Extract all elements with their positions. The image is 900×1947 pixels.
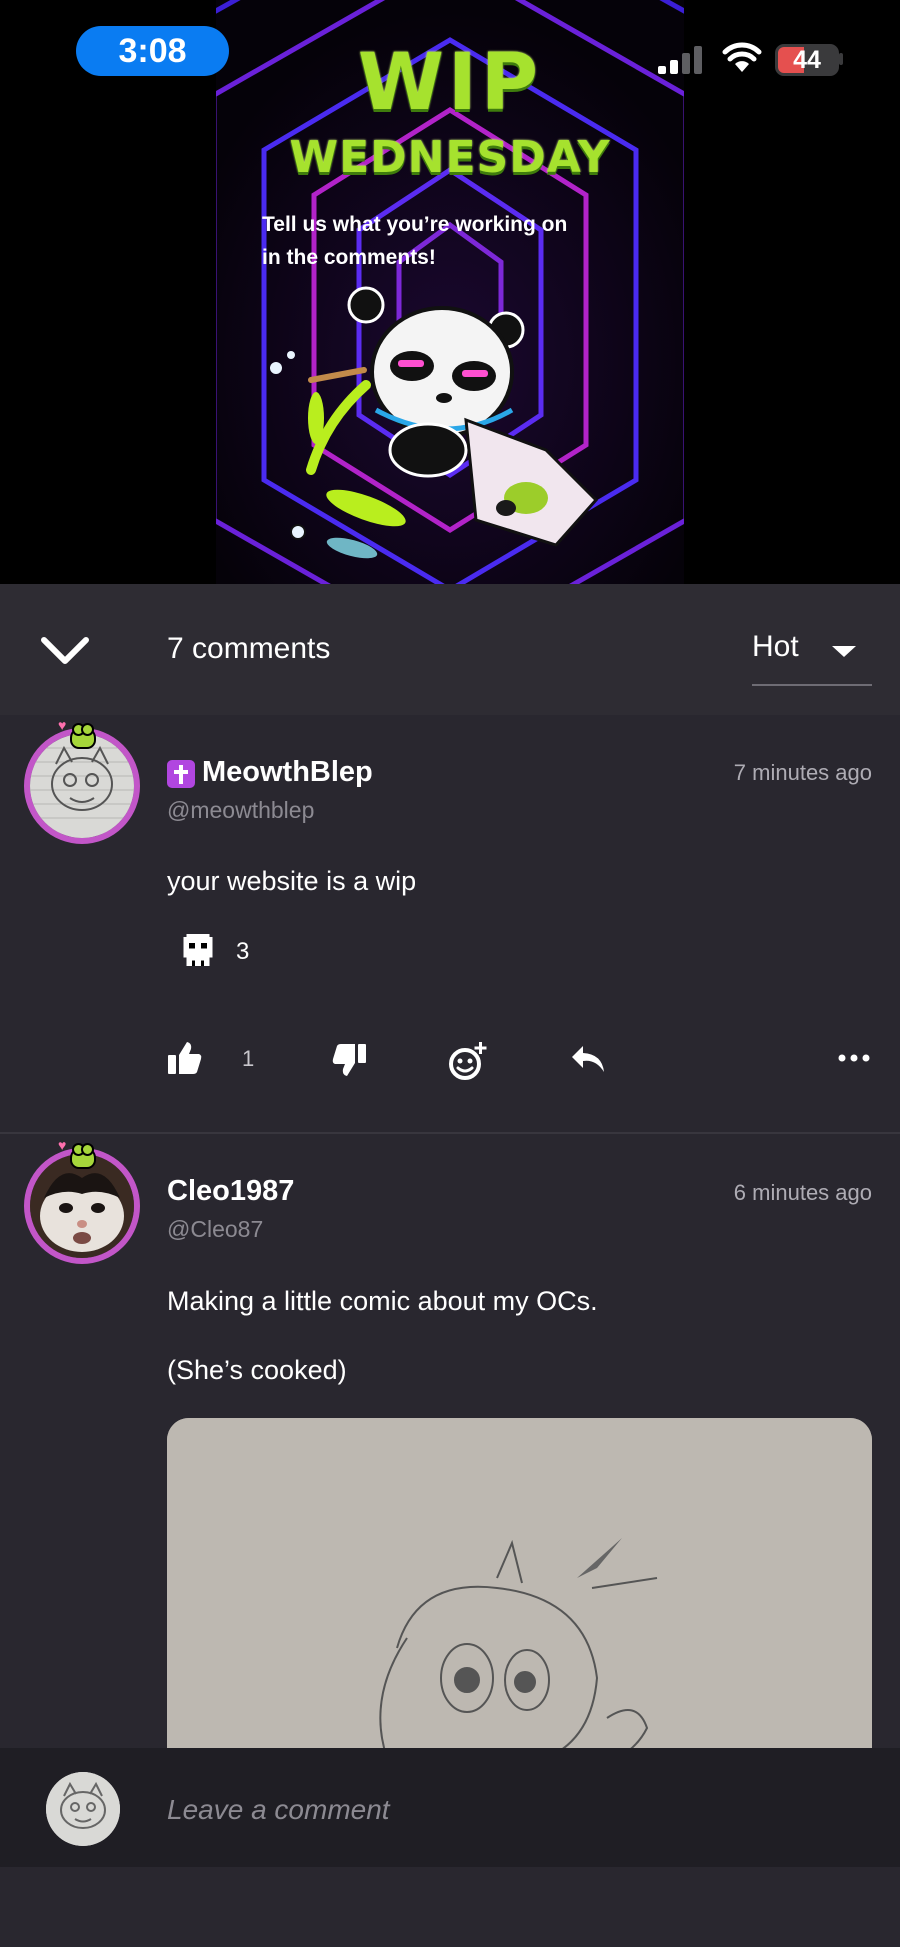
more-options-icon[interactable]: [838, 1052, 870, 1064]
heart-icon: ♥: [58, 1137, 67, 1153]
comment-attached-image[interactable]: [167, 1418, 872, 1758]
comment-body: your website is a wip: [167, 866, 417, 896]
poster-title-wip: WIP: [357, 38, 543, 128]
avatar-sketch-image: [30, 734, 134, 838]
like-count: 1: [242, 1046, 255, 1071]
wifi-icon: [722, 42, 762, 72]
thumbs-up-icon[interactable]: [168, 1042, 202, 1074]
frog-decoration-icon: [70, 723, 96, 749]
reaction-chip[interactable]: 3: [166, 924, 249, 980]
avatar-cat-photo: [30, 1154, 134, 1258]
app-screen: WIP WEDNESDAY Tell us what you’re workin…: [0, 0, 900, 1947]
comment-username[interactable]: MeowthBlep: [202, 756, 373, 789]
sort-dropdown-label: Hot: [752, 630, 799, 663]
sort-dropdown[interactable]: Hot: [752, 622, 872, 686]
cellular-signal-icon: [658, 46, 702, 74]
comment-body-line1: Making a little comic about my OCs.: [167, 1286, 598, 1316]
poster-subtitle-line1: Tell us what you’re working on: [262, 213, 568, 236]
comment-timestamp: 7 minutes ago: [733, 760, 872, 785]
status-time: 3:08: [76, 26, 229, 76]
poster-title-wednesday: WEDNESDAY: [289, 132, 611, 183]
pencil-sketch-image: [167, 1418, 872, 1758]
comment-username[interactable]: Cleo1987: [167, 1175, 294, 1208]
battery-icon: 44: [775, 44, 839, 76]
comment-handle[interactable]: @meowthblep: [167, 797, 314, 824]
comment-input[interactable]: [167, 1788, 847, 1832]
comment-timestamp: 6 minutes ago: [733, 1180, 872, 1205]
comment-handle[interactable]: @Cleo87: [167, 1216, 263, 1243]
thumbs-down-icon[interactable]: [332, 1044, 366, 1076]
battery-nub: [839, 53, 843, 65]
current-user-avatar: [46, 1772, 120, 1846]
reply-icon[interactable]: [570, 1044, 606, 1074]
reaction-count: 3: [236, 938, 250, 965]
home-indicator-area: [0, 1867, 900, 1947]
post-media[interactable]: WIP WEDNESDAY Tell us what you’re workin…: [0, 0, 900, 584]
battery-percentage: 44: [793, 46, 821, 74]
comment-divider: [0, 1132, 900, 1134]
comment-body-line2: (She’s cooked): [167, 1355, 347, 1385]
skull-icon: [183, 934, 213, 967]
avatar-sketch-image: [46, 1772, 120, 1846]
comment-count: 7 comments: [167, 632, 331, 665]
heart-icon: ♥: [58, 717, 67, 733]
caret-down-icon: [832, 646, 856, 657]
chevron-down-icon[interactable]: [36, 628, 94, 674]
add-reaction-icon[interactable]: [447, 1040, 489, 1082]
frog-decoration-icon: [70, 1143, 96, 1169]
poster-subtitle-line2: in the comments!: [262, 246, 436, 269]
wip-wednesday-poster: WIP WEDNESDAY Tell us what you’re workin…: [216, 0, 684, 584]
cross-badge-icon: [167, 760, 195, 788]
